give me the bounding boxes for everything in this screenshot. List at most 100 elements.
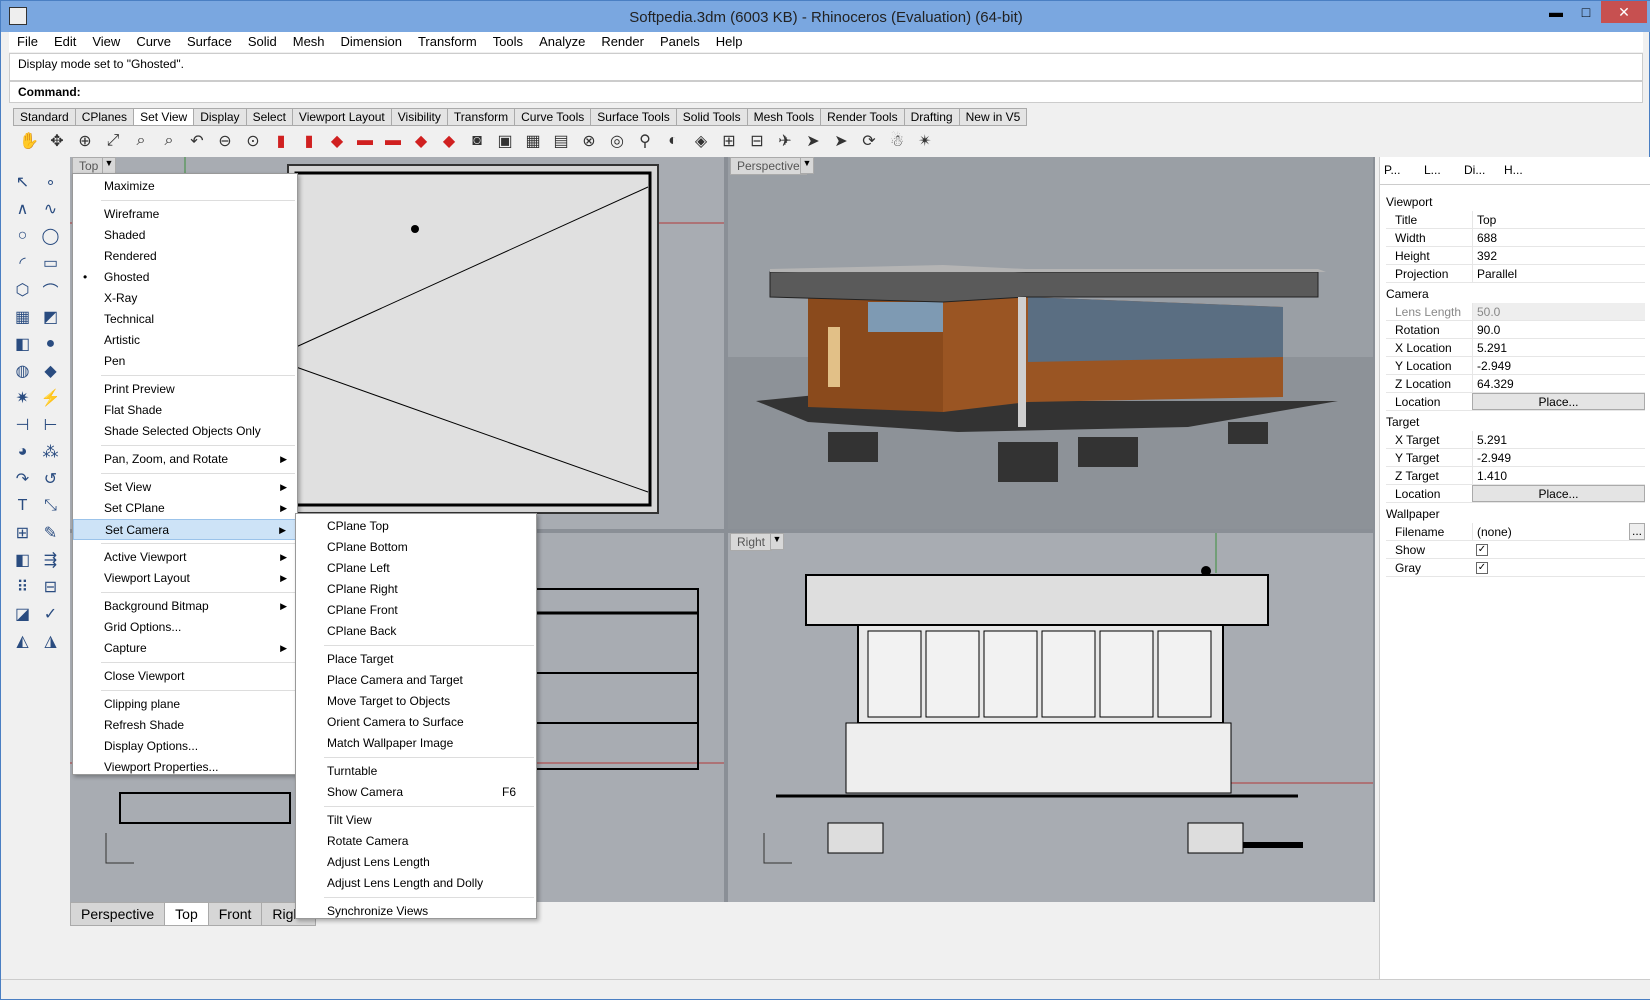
tab-transform[interactable]: Transform bbox=[446, 108, 516, 126]
menu-item-clipping-plane[interactable]: Clipping plane bbox=[73, 694, 297, 715]
tab-viewport-layout[interactable]: Viewport Layout bbox=[291, 108, 392, 126]
submenu-item-place-camera-target[interactable]: Place Camera and Target bbox=[296, 670, 536, 691]
viewport-perspective[interactable]: Perspective ▼ bbox=[728, 157, 1373, 529]
car-top-icon[interactable]: ◆ bbox=[325, 129, 349, 153]
undo-view-icon[interactable]: ↶ bbox=[185, 129, 209, 153]
analyze-icon[interactable]: ◪ bbox=[9, 601, 36, 627]
menu-item-refresh-shade[interactable]: Refresh Shade bbox=[73, 715, 297, 736]
tab-visibility[interactable]: Visibility bbox=[390, 108, 448, 126]
named-cplanes-icon[interactable]: ▤ bbox=[549, 129, 573, 153]
menu-mesh[interactable]: Mesh bbox=[285, 32, 333, 52]
surface-points-icon[interactable]: ▦ bbox=[9, 304, 36, 330]
array-icon[interactable]: ⊞ bbox=[9, 520, 36, 546]
split-icon[interactable]: ↺ bbox=[37, 466, 64, 492]
tab-render-tools[interactable]: Render Tools bbox=[820, 108, 905, 126]
menu-item-pan-zoom[interactable]: Pan, Zoom, and Rotate ▶ bbox=[73, 449, 297, 470]
walkabout-icon[interactable]: ☃ bbox=[885, 129, 909, 153]
tab-surface-tools[interactable]: Surface Tools bbox=[590, 108, 677, 126]
browse-button[interactable]: ... bbox=[1629, 523, 1645, 540]
menu-item-grid-options[interactable]: Grid Options... bbox=[73, 617, 297, 638]
menu-help[interactable]: Help bbox=[708, 32, 751, 52]
zoom-window-icon[interactable]: ⌕ bbox=[129, 129, 153, 153]
menu-item-artistic[interactable]: Artistic bbox=[73, 330, 297, 351]
chevron-down-icon[interactable]: ▼ bbox=[770, 533, 784, 550]
elevation-icon[interactable]: ⊟ bbox=[745, 129, 769, 153]
align-icon[interactable]: ⊟ bbox=[37, 574, 64, 600]
zoom-1to1-icon[interactable]: ⊙ bbox=[241, 129, 265, 153]
lens-icon[interactable]: ◐ bbox=[661, 129, 685, 153]
menu-item-flat-shade[interactable]: Flat Shade bbox=[73, 400, 297, 421]
tab-display[interactable]: Display bbox=[193, 108, 247, 126]
grip-icon[interactable]: ✎ bbox=[37, 520, 64, 546]
menu-panels[interactable]: Panels bbox=[652, 32, 708, 52]
vtab-perspective[interactable]: Perspective bbox=[70, 902, 166, 926]
tab-curve-tools[interactable]: Curve Tools bbox=[514, 108, 592, 126]
submenu-item-cplane-back[interactable]: CPlane Back bbox=[296, 621, 536, 642]
prop-xtarget-value[interactable]: 5.291 bbox=[1472, 431, 1645, 448]
rectangle-icon[interactable]: ▭ bbox=[37, 250, 64, 276]
tab-standard[interactable]: Standard bbox=[13, 108, 76, 126]
point-icon[interactable]: ∘ bbox=[37, 169, 64, 195]
light-icon[interactable]: ✷ bbox=[9, 385, 36, 411]
zoom-in-icon[interactable]: ⊕ bbox=[73, 129, 97, 153]
menu-item-pen[interactable]: Pen bbox=[73, 351, 297, 372]
camera-icon[interactable]: ◙ bbox=[465, 129, 489, 153]
plan-view-icon[interactable]: ⊞ bbox=[717, 129, 741, 153]
snapshot-icon[interactable]: ▣ bbox=[493, 129, 517, 153]
panel-tab-layers[interactable]: L... bbox=[1420, 157, 1460, 184]
dimension-icon[interactable]: ⤡ bbox=[37, 493, 64, 519]
minimize-button[interactable]: ▬ bbox=[1541, 1, 1571, 23]
car-right-icon[interactable]: ▬ bbox=[381, 129, 405, 153]
text-icon[interactable]: T bbox=[9, 493, 36, 519]
extrude-icon[interactable]: ◩ bbox=[37, 304, 64, 330]
maximize-button[interactable]: □ bbox=[1571, 1, 1601, 23]
submenu-item-orient-camera[interactable]: Orient Camera to Surface bbox=[296, 712, 536, 733]
parallel-icon[interactable]: ▮ bbox=[297, 129, 321, 153]
prop-yloc-value[interactable]: -2.949 bbox=[1472, 357, 1645, 374]
chevron-down-icon[interactable]: ▼ bbox=[800, 157, 814, 174]
plane-icon[interactable]: ✈ bbox=[773, 129, 797, 153]
prop-title-value[interactable]: Top bbox=[1472, 211, 1645, 228]
flyby-icon[interactable]: ➤ bbox=[829, 129, 853, 153]
named-views-icon[interactable]: ▦ bbox=[521, 129, 545, 153]
submenu-item-cplane-left[interactable]: CPlane Left bbox=[296, 558, 536, 579]
submenu-item-place-target[interactable]: Place Target bbox=[296, 649, 536, 670]
curve-icon[interactable]: ∿ bbox=[37, 196, 64, 222]
menu-item-shaded[interactable]: Shaded bbox=[73, 225, 297, 246]
command-line[interactable]: Command: bbox=[9, 81, 1643, 103]
menu-render[interactable]: Render bbox=[593, 32, 652, 52]
join-icon[interactable]: ⊢ bbox=[37, 412, 64, 438]
tab-mesh-tools[interactable]: Mesh Tools bbox=[746, 108, 822, 126]
menu-surface[interactable]: Surface bbox=[179, 32, 240, 52]
menu-curve[interactable]: Curve bbox=[128, 32, 179, 52]
submenu-item-cplane-right[interactable]: CPlane Right bbox=[296, 579, 536, 600]
viewport-label-perspective[interactable]: Perspective bbox=[730, 157, 807, 175]
vtab-top[interactable]: Top bbox=[164, 902, 209, 926]
tab-cplanes[interactable]: CPlanes bbox=[74, 108, 135, 126]
menu-item-set-view[interactable]: Set View ▶ bbox=[73, 477, 297, 498]
box-icon[interactable]: ◧ bbox=[9, 331, 36, 357]
viewport-label-right[interactable]: Right bbox=[730, 533, 773, 551]
trim-icon[interactable]: ↷ bbox=[9, 466, 36, 492]
menu-item-set-cplane[interactable]: Set CPlane ▶ bbox=[73, 498, 297, 519]
menu-transform[interactable]: Transform bbox=[410, 32, 485, 52]
prop-xloc-value[interactable]: 5.291 bbox=[1472, 339, 1645, 356]
menu-file[interactable]: File bbox=[9, 32, 46, 52]
submenu-item-show-camera[interactable]: Show Camera F6 bbox=[296, 782, 536, 803]
submenu-item-cplane-bottom[interactable]: CPlane Bottom bbox=[296, 537, 536, 558]
tab-solid-tools[interactable]: Solid Tools bbox=[675, 108, 748, 126]
gray-checkbox[interactable]: ✓ bbox=[1476, 562, 1488, 574]
tab-new-in-v5[interactable]: New in V5 bbox=[958, 108, 1028, 126]
menu-item-shade-selected[interactable]: Shade Selected Objects Only bbox=[73, 421, 297, 442]
menu-item-active-viewport[interactable]: Active Viewport ▶ bbox=[73, 547, 297, 568]
zoom-out-icon[interactable]: ⊖ bbox=[213, 129, 237, 153]
prop-filename-value[interactable]: (none) bbox=[1472, 523, 1629, 540]
submenu-item-cplane-front[interactable]: CPlane Front bbox=[296, 600, 536, 621]
menu-item-technical[interactable]: Technical bbox=[73, 309, 297, 330]
prop-height-value[interactable]: 392 bbox=[1472, 247, 1645, 264]
rotate-view-icon[interactable]: ✥ bbox=[45, 129, 69, 153]
render-icon[interactable]: ⚡ bbox=[37, 385, 64, 411]
prop-zloc-value[interactable]: 64.329 bbox=[1472, 375, 1645, 392]
menu-item-display-options[interactable]: Display Options... bbox=[73, 736, 297, 757]
menu-analyze[interactable]: Analyze bbox=[531, 32, 593, 52]
